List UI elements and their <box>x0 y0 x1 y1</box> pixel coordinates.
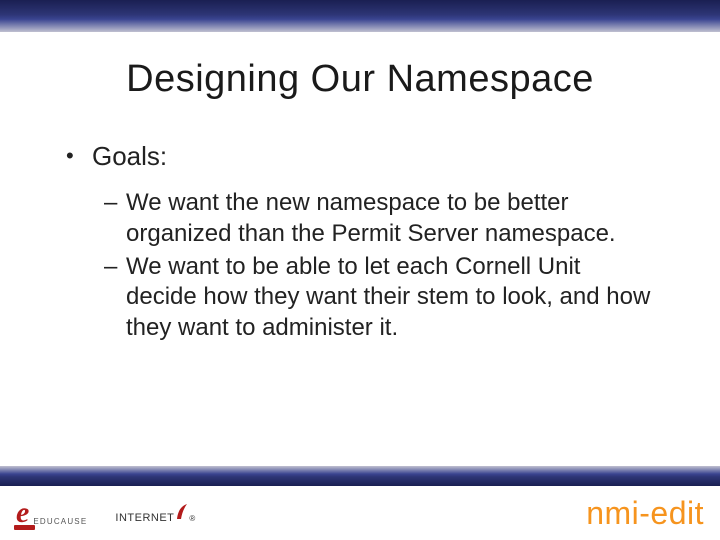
bullet-level1: • Goals: <box>66 139 654 174</box>
nmi-text: nmi <box>586 495 639 532</box>
slide: Designing Our Namespace • Goals: – We wa… <box>0 0 720 540</box>
bullet-dash-icon: – <box>104 252 126 344</box>
nmi-edit-text: edit <box>650 495 704 532</box>
bullet-level2: – We want to be able to let each Cornell… <box>104 252 654 344</box>
bullet-dash-icon: – <box>104 188 126 249</box>
internet2-logo: INTERNET ® <box>115 503 195 524</box>
internet2-swoosh-icon <box>175 503 189 521</box>
bullet-level2-text: We want the new namespace to be better o… <box>126 188 654 249</box>
registered-icon: ® <box>189 514 195 523</box>
slide-title: Designing Our Namespace <box>0 58 720 101</box>
bottom-gradient-bar <box>0 466 720 486</box>
footer-left-logos: e EDUCAUSE INTERNET ® <box>16 498 196 528</box>
internet2-label: INTERNET <box>115 512 174 524</box>
educause-logo: e EDUCAUSE <box>16 498 87 528</box>
bullet-level1-text: Goals: <box>92 139 167 174</box>
bullet-level2: – We want the new namespace to be better… <box>104 188 654 249</box>
footer: e EDUCAUSE INTERNET ® nmi - edit <box>0 486 720 540</box>
educause-label: EDUCAUSE <box>33 517 87 528</box>
top-gradient-bar <box>0 0 720 32</box>
nmi-edit-logo: nmi - edit <box>586 495 704 532</box>
nmi-hyphen-icon: - <box>639 495 650 532</box>
bullet-dot-icon: • <box>66 139 92 174</box>
bullet-level2-text: We want to be able to let each Cornell U… <box>126 252 654 344</box>
educause-e-icon: e <box>16 498 29 528</box>
